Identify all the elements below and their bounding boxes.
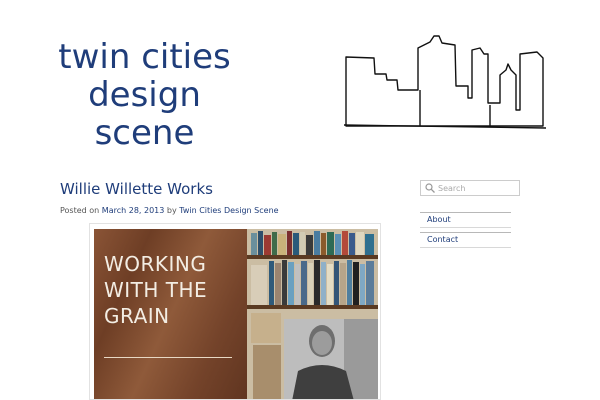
caption-divider [104, 357, 232, 358]
post-title[interactable]: Willie Willette Works [60, 180, 213, 198]
sidebar-link-about[interactable]: About [427, 215, 451, 224]
search-input[interactable] [436, 182, 518, 194]
image-caption-line-3: GRAIN [104, 304, 170, 328]
wood-panel: WORKING WITH THE GRAIN [94, 229, 247, 399]
image-caption-line-2: WITH THE [104, 278, 208, 302]
portrait-photo [284, 319, 378, 399]
post-meta-prefix: Posted on [60, 206, 100, 215]
featured-image-content: WORKING WITH THE GRAIN [94, 229, 378, 399]
site-title-line-3: scene [94, 113, 195, 153]
site-title[interactable]: twin cities design scene [52, 38, 237, 152]
portrait-drawing [284, 319, 378, 399]
image-caption-line-1: WORKING [104, 252, 207, 276]
site-title-line-2: design [88, 75, 201, 115]
post-meta-by: by [166, 206, 177, 215]
search-icon [425, 183, 435, 193]
sidebar-item-contact[interactable]: Contact [420, 232, 511, 248]
image-caption: WORKING WITH THE GRAIN [104, 251, 207, 329]
post-meta: Posted on March 28, 2013 by Twin Cities … [60, 206, 279, 215]
search-box[interactable] [420, 180, 520, 196]
skyline-logo-image [343, 35, 547, 129]
post-author-link[interactable]: Twin Cities Design Scene [179, 206, 278, 215]
featured-image[interactable]: WORKING WITH THE GRAIN [89, 223, 381, 400]
sidebar-link-contact[interactable]: Contact [427, 235, 458, 244]
site-title-line-1: twin cities [58, 37, 231, 77]
sidebar-item-about[interactable]: About [420, 212, 511, 228]
post-date-link[interactable]: March 28, 2013 [102, 206, 165, 215]
sidebar-nav: About Contact [420, 212, 511, 252]
